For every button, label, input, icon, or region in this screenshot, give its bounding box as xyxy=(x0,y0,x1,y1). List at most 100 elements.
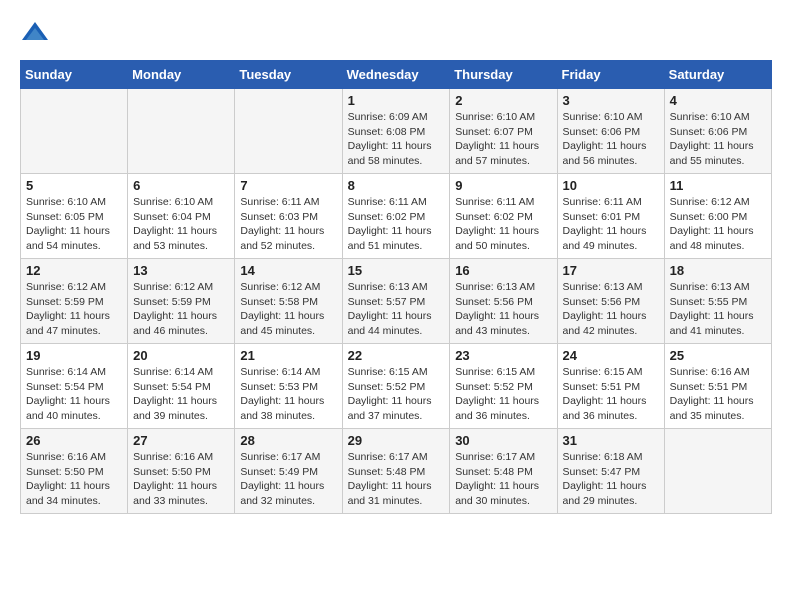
day-info: Sunrise: 6:17 AM Sunset: 5:48 PM Dayligh… xyxy=(348,450,445,509)
day-number: 4 xyxy=(670,93,766,108)
weekday-header-row: SundayMondayTuesdayWednesdayThursdayFrid… xyxy=(21,61,772,89)
day-number: 1 xyxy=(348,93,445,108)
calendar-cell xyxy=(235,89,342,174)
calendar-cell: 14Sunrise: 6:12 AM Sunset: 5:58 PM Dayli… xyxy=(235,259,342,344)
calendar-cell: 27 Sunrise: 6:16 AM Sunset: 5:50 PM Dayli… xyxy=(128,429,235,514)
day-number: 22 xyxy=(348,348,445,363)
calendar-cell: 28 Sunrise: 6:17 AM Sunset: 5:49 PM Dayli… xyxy=(235,429,342,514)
calendar-cell: 30 Sunrise: 6:17 AM Sunset: 5:48 PM Dayli… xyxy=(450,429,557,514)
weekday-header-thursday: Thursday xyxy=(450,61,557,89)
calendar-cell: 10 Sunrise: 6:11 AM Sunset: 6:01 PM Dayli… xyxy=(557,174,664,259)
week-row-3: 12 Sunrise: 6:12 AM Sunset: 5:59 PM Dayli… xyxy=(21,259,772,344)
day-info: Sunrise: 6:17 AM Sunset: 5:48 PM Dayligh… xyxy=(455,450,551,509)
day-number: 11 xyxy=(670,178,766,193)
calendar-cell: 11 Sunrise: 6:12 AM Sunset: 6:00 PM Dayli… xyxy=(664,174,771,259)
day-number: 8 xyxy=(348,178,445,193)
weekday-header-friday: Friday xyxy=(557,61,664,89)
calendar-cell: 24Sunrise: 6:15 AM Sunset: 5:51 PM Dayli… xyxy=(557,344,664,429)
logo-icon xyxy=(20,20,50,50)
day-info: Sunrise: 6:10 AM Sunset: 6:06 PM Dayligh… xyxy=(563,110,659,169)
header xyxy=(20,20,772,50)
calendar-cell: 12Sunrise: 6:12 AM Sunset: 5:59 PM Dayli… xyxy=(21,259,128,344)
weekday-header-monday: Monday xyxy=(128,61,235,89)
day-number: 20 xyxy=(133,348,229,363)
day-number: 14 xyxy=(240,263,336,278)
calendar-cell: 20 Sunrise: 6:14 AM Sunset: 5:54 PM Dayli… xyxy=(128,344,235,429)
calendar-cell xyxy=(21,89,128,174)
weekday-header-tuesday: Tuesday xyxy=(235,61,342,89)
day-info: Sunrise: 6:12 AM Sunset: 6:00 PM Dayligh… xyxy=(670,195,766,254)
day-info: Sunrise: 6:15 AM Sunset: 5:52 PM Dayligh… xyxy=(455,365,551,424)
calendar-cell: 4 Sunrise: 6:10 AM Sunset: 6:06 PM Daylig… xyxy=(664,89,771,174)
day-info: Sunrise: 6:18 AM Sunset: 5:47 PM Dayligh… xyxy=(563,450,659,509)
calendar-cell: 5 Sunrise: 6:10 AM Sunset: 6:05 PM Daylig… xyxy=(21,174,128,259)
calendar-cell: 21 Sunrise: 6:14 AM Sunset: 5:53 PM Dayli… xyxy=(235,344,342,429)
day-number: 30 xyxy=(455,433,551,448)
day-number: 16 xyxy=(455,263,551,278)
logo xyxy=(20,20,54,50)
day-number: 21 xyxy=(240,348,336,363)
day-number: 24 xyxy=(563,348,659,363)
day-number: 2 xyxy=(455,93,551,108)
day-info: Sunrise: 6:10 AM Sunset: 6:06 PM Dayligh… xyxy=(670,110,766,169)
calendar-cell: 15 Sunrise: 6:13 AM Sunset: 5:57 PM Dayli… xyxy=(342,259,450,344)
day-info: Sunrise: 6:14 AM Sunset: 5:53 PM Dayligh… xyxy=(240,365,336,424)
day-number: 15 xyxy=(348,263,445,278)
day-info: Sunrise: 6:11 AM Sunset: 6:03 PM Dayligh… xyxy=(240,195,336,254)
day-info: Sunrise: 6:14 AM Sunset: 5:54 PM Dayligh… xyxy=(133,365,229,424)
calendar-cell: 7 Sunrise: 6:11 AM Sunset: 6:03 PM Daylig… xyxy=(235,174,342,259)
day-number: 31 xyxy=(563,433,659,448)
weekday-header-wednesday: Wednesday xyxy=(342,61,450,89)
day-number: 18 xyxy=(670,263,766,278)
calendar-cell xyxy=(664,429,771,514)
calendar-cell xyxy=(128,89,235,174)
day-info: Sunrise: 6:16 AM Sunset: 5:51 PM Dayligh… xyxy=(670,365,766,424)
day-number: 29 xyxy=(348,433,445,448)
day-number: 9 xyxy=(455,178,551,193)
day-number: 26 xyxy=(26,433,122,448)
day-number: 17 xyxy=(563,263,659,278)
day-info: Sunrise: 6:11 AM Sunset: 6:02 PM Dayligh… xyxy=(455,195,551,254)
calendar-cell: 16 Sunrise: 6:13 AM Sunset: 5:56 PM Dayli… xyxy=(450,259,557,344)
calendar-cell: 22 Sunrise: 6:15 AM Sunset: 5:52 PM Dayli… xyxy=(342,344,450,429)
day-info: Sunrise: 6:10 AM Sunset: 6:05 PM Dayligh… xyxy=(26,195,122,254)
day-number: 23 xyxy=(455,348,551,363)
day-info: Sunrise: 6:10 AM Sunset: 6:04 PM Dayligh… xyxy=(133,195,229,254)
day-number: 12 xyxy=(26,263,122,278)
week-row-2: 5 Sunrise: 6:10 AM Sunset: 6:05 PM Daylig… xyxy=(21,174,772,259)
day-number: 27 xyxy=(133,433,229,448)
day-number: 28 xyxy=(240,433,336,448)
week-row-4: 19 Sunrise: 6:14 AM Sunset: 5:54 PM Dayli… xyxy=(21,344,772,429)
calendar-cell: 1 Sunrise: 6:09 AM Sunset: 6:08 PM Daylig… xyxy=(342,89,450,174)
calendar-cell: 19 Sunrise: 6:14 AM Sunset: 5:54 PM Dayli… xyxy=(21,344,128,429)
day-info: Sunrise: 6:09 AM Sunset: 6:08 PM Dayligh… xyxy=(348,110,445,169)
day-info: Sunrise: 6:17 AM Sunset: 5:49 PM Dayligh… xyxy=(240,450,336,509)
calendar-cell: 8Sunrise: 6:11 AM Sunset: 6:02 PM Daylig… xyxy=(342,174,450,259)
day-number: 19 xyxy=(26,348,122,363)
calendar-cell: 25 Sunrise: 6:16 AM Sunset: 5:51 PM Dayli… xyxy=(664,344,771,429)
calendar-cell: 6 Sunrise: 6:10 AM Sunset: 6:04 PM Daylig… xyxy=(128,174,235,259)
calendar-cell: 3 Sunrise: 6:10 AM Sunset: 6:06 PM Daylig… xyxy=(557,89,664,174)
week-row-5: 26 Sunrise: 6:16 AM Sunset: 5:50 PM Dayli… xyxy=(21,429,772,514)
day-info: Sunrise: 6:16 AM Sunset: 5:50 PM Dayligh… xyxy=(133,450,229,509)
day-info: Sunrise: 6:12 AM Sunset: 5:59 PM Dayligh… xyxy=(133,280,229,339)
calendar-cell: 2 Sunrise: 6:10 AM Sunset: 6:07 PM Daylig… xyxy=(450,89,557,174)
day-info: Sunrise: 6:10 AM Sunset: 6:07 PM Dayligh… xyxy=(455,110,551,169)
calendar-cell: 9 Sunrise: 6:11 AM Sunset: 6:02 PM Daylig… xyxy=(450,174,557,259)
calendar-cell: 17Sunrise: 6:13 AM Sunset: 5:56 PM Dayli… xyxy=(557,259,664,344)
day-info: Sunrise: 6:16 AM Sunset: 5:50 PM Dayligh… xyxy=(26,450,122,509)
day-number: 6 xyxy=(133,178,229,193)
day-number: 25 xyxy=(670,348,766,363)
day-number: 10 xyxy=(563,178,659,193)
day-info: Sunrise: 6:11 AM Sunset: 6:01 PM Dayligh… xyxy=(563,195,659,254)
day-number: 7 xyxy=(240,178,336,193)
day-number: 5 xyxy=(26,178,122,193)
day-number: 3 xyxy=(563,93,659,108)
day-info: Sunrise: 6:14 AM Sunset: 5:54 PM Dayligh… xyxy=(26,365,122,424)
day-info: Sunrise: 6:13 AM Sunset: 5:55 PM Dayligh… xyxy=(670,280,766,339)
day-number: 13 xyxy=(133,263,229,278)
weekday-header-saturday: Saturday xyxy=(664,61,771,89)
day-info: Sunrise: 6:13 AM Sunset: 5:56 PM Dayligh… xyxy=(455,280,551,339)
day-info: Sunrise: 6:15 AM Sunset: 5:52 PM Dayligh… xyxy=(348,365,445,424)
day-info: Sunrise: 6:13 AM Sunset: 5:57 PM Dayligh… xyxy=(348,280,445,339)
